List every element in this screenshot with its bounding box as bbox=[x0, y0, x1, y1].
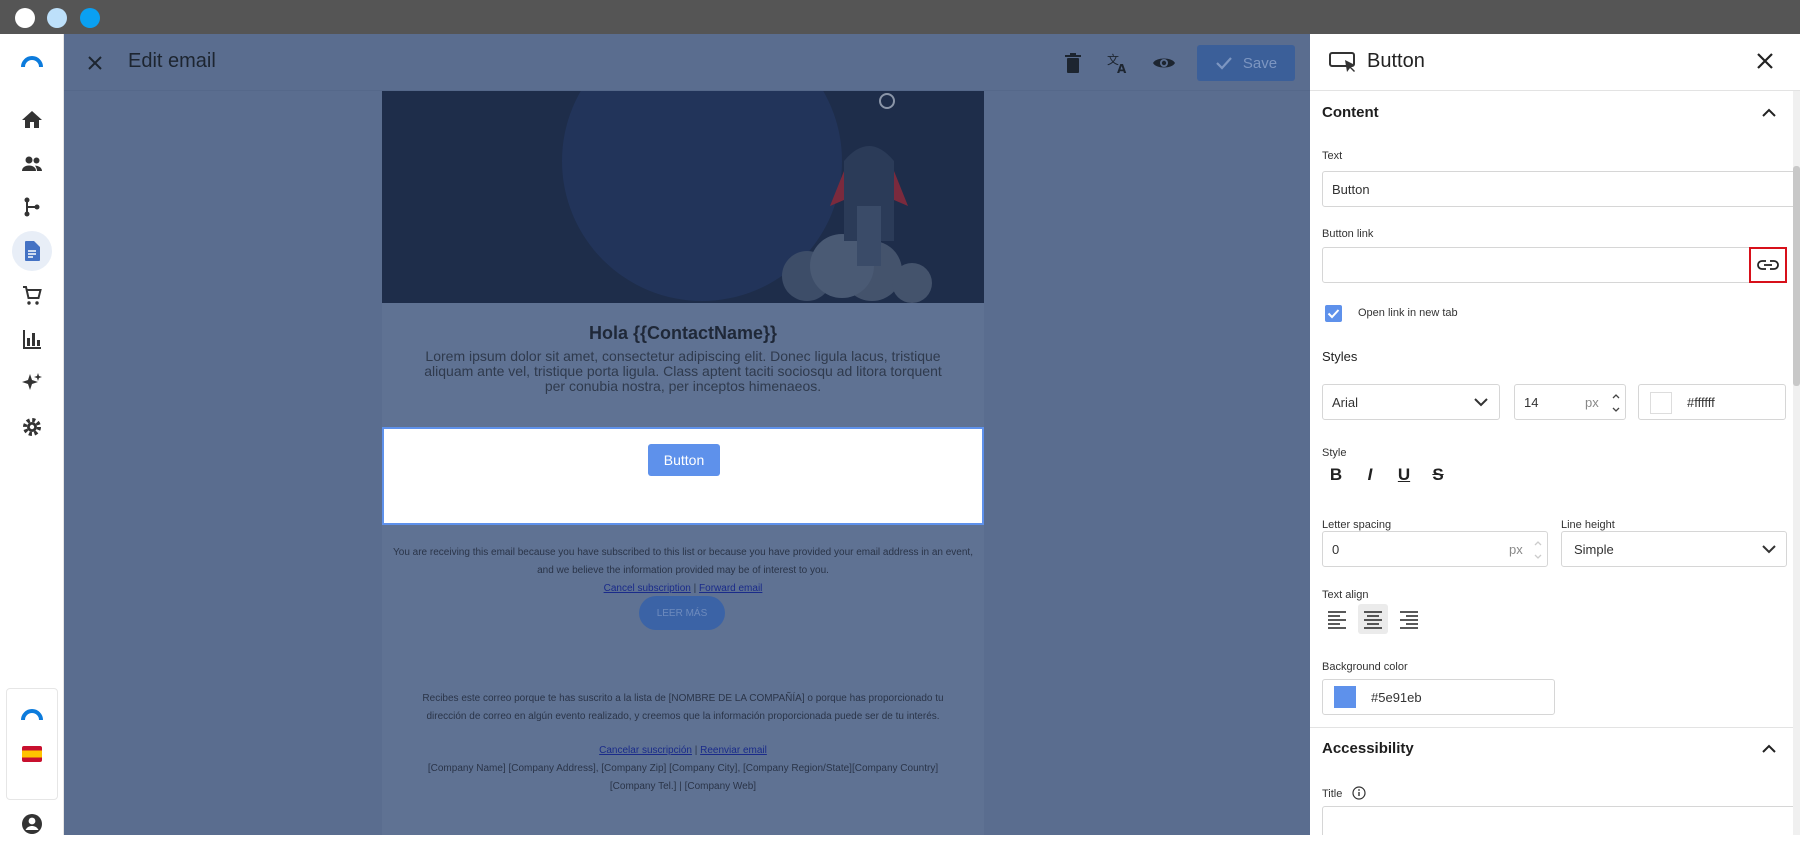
email-button[interactable]: Button bbox=[648, 444, 720, 476]
company-info-line2: [Company Tel.] | [Company Web] bbox=[609, 781, 757, 792]
window-maximize-dot[interactable] bbox=[80, 8, 100, 28]
text-color-swatch[interactable] bbox=[1650, 392, 1672, 414]
left-navigation bbox=[0, 34, 64, 835]
letter-spacing-label: Letter spacing bbox=[1322, 519, 1392, 531]
save-button[interactable]: Save bbox=[1197, 45, 1295, 81]
contacts-icon[interactable] bbox=[12, 144, 52, 184]
accessibility-section-header[interactable]: Accessibility bbox=[1310, 727, 1790, 773]
underline-icon[interactable]: U bbox=[1390, 461, 1418, 489]
style-label: Style bbox=[1322, 447, 1347, 459]
email-canvas: Hola {{ContactName}} Lorem ipsum dolor s… bbox=[382, 91, 984, 835]
hero-image bbox=[382, 91, 984, 303]
forward-email-link[interactable]: Forward email bbox=[699, 583, 762, 594]
chevron-down-icon bbox=[1474, 398, 1488, 407]
preview-eye-icon[interactable] bbox=[1149, 48, 1179, 78]
window-close-dot[interactable] bbox=[15, 8, 35, 28]
font-select[interactable]: Arial bbox=[1322, 384, 1500, 420]
email-body-text: Lorem ipsum dolor sit amet, consectetur … bbox=[424, 348, 942, 394]
cancelar-suscripcion-link[interactable]: Cancelar suscripción bbox=[599, 745, 692, 756]
button-settings-panel: Button Content Text Button Button link O… bbox=[1310, 34, 1800, 835]
text-label: Text bbox=[1322, 150, 1343, 162]
stepper-arrows-icon[interactable] bbox=[1533, 537, 1543, 563]
line-height-label: Line height bbox=[1561, 519, 1615, 531]
line-height-select[interactable]: Simple bbox=[1561, 531, 1787, 567]
styles-heading: Styles bbox=[1322, 349, 1358, 364]
info-icon[interactable] bbox=[1352, 786, 1366, 805]
shop-cart-icon[interactable] bbox=[12, 275, 52, 315]
accessibility-section-title: Accessibility bbox=[1322, 740, 1414, 757]
reenviar-email-link[interactable]: Reenviar email bbox=[700, 745, 767, 756]
footer-es-line2: dirección de correo en algún evento real… bbox=[426, 711, 940, 722]
text-align-label: Text align bbox=[1322, 589, 1369, 601]
chevron-up-icon[interactable] bbox=[1762, 744, 1776, 754]
letter-spacing-stepper[interactable]: 0 px bbox=[1322, 531, 1548, 567]
close-panel-icon[interactable] bbox=[1756, 52, 1774, 75]
font-size-stepper[interactable]: 14 px bbox=[1514, 384, 1626, 420]
insert-link-button[interactable] bbox=[1749, 247, 1787, 283]
selected-button-block[interactable]: Button bbox=[382, 427, 984, 525]
footer-es-line1: Recibes este correo porque te has suscri… bbox=[422, 693, 944, 704]
title-input[interactable] bbox=[1322, 806, 1796, 835]
open-new-tab-checkbox[interactable] bbox=[1325, 305, 1342, 322]
chevron-down-icon bbox=[1762, 545, 1776, 554]
leer-mas-button[interactable]: LEER MÁS bbox=[639, 596, 725, 630]
cancel-subscription-link[interactable]: Cancel subscription bbox=[604, 583, 691, 594]
text-color-input[interactable]: #ffffff bbox=[1638, 384, 1786, 420]
svg-text:A: A bbox=[1117, 62, 1127, 75]
panel-scroll-thumb[interactable] bbox=[1793, 166, 1800, 386]
language-flag-icon[interactable] bbox=[12, 734, 52, 774]
checkmark-icon bbox=[1327, 309, 1340, 319]
italic-icon[interactable]: I bbox=[1356, 461, 1384, 489]
account-icon[interactable] bbox=[12, 804, 52, 844]
close-editor-icon[interactable] bbox=[80, 48, 110, 78]
company-info-line1: [Company Name] [Company Address], [Compa… bbox=[427, 763, 939, 774]
button-link-label: Button link bbox=[1322, 228, 1374, 240]
link-chain-icon bbox=[1757, 260, 1779, 270]
reports-chart-icon[interactable] bbox=[12, 319, 52, 359]
check-icon bbox=[1216, 57, 1232, 70]
background-color-label: Background color bbox=[1322, 661, 1408, 673]
editor-title: Edit email bbox=[128, 50, 216, 72]
footer-en-line1: You are receiving this email because you… bbox=[393, 547, 973, 558]
stepper-arrows-icon[interactable] bbox=[1611, 390, 1621, 416]
editor-header: Edit email 文A Save bbox=[64, 34, 1310, 91]
panel-header: Button bbox=[1310, 34, 1800, 91]
strikethrough-icon[interactable]: S bbox=[1424, 461, 1452, 489]
align-right-icon[interactable] bbox=[1394, 604, 1424, 634]
footer-es-links: Cancelar suscripción | Reenviar email bbox=[599, 745, 767, 756]
background-color-swatch[interactable] bbox=[1334, 686, 1356, 708]
window-title-bar bbox=[0, 0, 1800, 34]
window-minimize-dot[interactable] bbox=[47, 8, 67, 28]
open-new-tab-label: Open link in new tab bbox=[1358, 307, 1458, 319]
translate-icon[interactable]: 文A bbox=[1103, 48, 1133, 78]
button-link-input[interactable] bbox=[1322, 247, 1787, 283]
footer-en-line2: and we believe the information provided … bbox=[537, 565, 829, 576]
home-icon[interactable] bbox=[12, 100, 52, 140]
ai-sparkle-icon[interactable] bbox=[12, 363, 52, 403]
content-section-title: Content bbox=[1322, 104, 1379, 121]
save-button-label: Save bbox=[1242, 54, 1278, 72]
title-label: Title bbox=[1322, 788, 1343, 800]
content-section-header[interactable]: Content bbox=[1310, 91, 1790, 137]
align-center-icon[interactable] bbox=[1358, 604, 1388, 634]
delete-trash-icon[interactable] bbox=[1058, 48, 1088, 78]
align-left-icon[interactable] bbox=[1322, 604, 1352, 634]
bold-icon[interactable]: B bbox=[1322, 461, 1350, 489]
background-color-input[interactable]: #5e91eb bbox=[1322, 679, 1555, 715]
brand-logo-icon[interactable] bbox=[12, 42, 52, 82]
templates-icon[interactable] bbox=[12, 231, 52, 271]
panel-title: Button bbox=[1367, 50, 1425, 72]
text-input[interactable]: Button bbox=[1322, 171, 1796, 207]
email-greeting: Hola {{ContactName}} bbox=[588, 323, 778, 343]
chevron-up-icon[interactable] bbox=[1762, 108, 1776, 118]
settings-gear-icon[interactable] bbox=[12, 407, 52, 447]
email-editor-overlay: Edit email 文A Save Hola {{ContactName}} … bbox=[64, 34, 1310, 835]
flows-icon[interactable] bbox=[12, 187, 52, 227]
button-block-icon bbox=[1329, 51, 1357, 78]
brand-logo-small-icon[interactable] bbox=[12, 694, 52, 734]
